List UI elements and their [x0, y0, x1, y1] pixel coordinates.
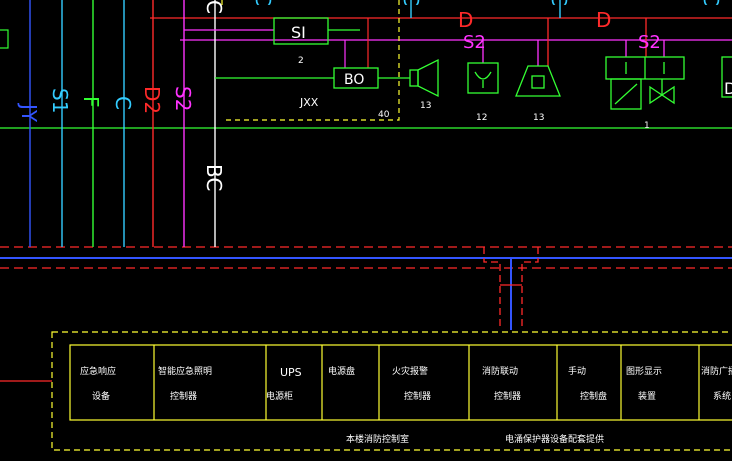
tee-junction	[483, 247, 539, 330]
valve-group	[605, 18, 732, 110]
equipment-dividers	[153, 345, 700, 420]
label-bc: BC	[202, 164, 226, 191]
equipment-label-line1: 图形显示	[626, 365, 662, 377]
riser-labels: JY S1 F C D2 S2 BC	[17, 86, 226, 191]
bo-module: BO	[215, 18, 410, 89]
equipment-label-line2: 控制盘	[580, 390, 607, 402]
equipment-label-line2: 设备	[92, 390, 110, 402]
equipment-label-line1: UPS	[280, 366, 302, 379]
bell-number: 12	[476, 113, 487, 123]
beacon-device	[515, 18, 561, 97]
equipment-label-line1: 应急响应	[80, 365, 116, 377]
top-labels: C C C C C D D	[202, 0, 723, 32]
s2-label-1: S2	[463, 32, 486, 53]
equipment-label-line1: 智能应急照明	[158, 365, 212, 377]
label-f: F	[79, 96, 103, 108]
equipment-label-line2: 装置	[638, 390, 656, 402]
si-number: 2	[298, 56, 304, 66]
control-room-caption: 本楼消防控制室	[346, 433, 409, 445]
label-d2: D2	[140, 86, 164, 114]
equipment-label-line2: 系统	[713, 390, 731, 402]
label-c-top-left-2: C	[251, 0, 275, 6]
equipment-label-line2: 控制器	[404, 390, 431, 402]
equipment-label-line2: 控制器	[494, 390, 521, 402]
equipment-label-line1: 手动	[568, 365, 586, 377]
equipment-label-line2: 电源柜	[266, 390, 293, 402]
si-label: SI	[291, 23, 306, 42]
jxx-label: JXX	[299, 96, 319, 109]
equipment-label-line1: 消防联动	[482, 365, 518, 377]
label-d-top-right: D	[596, 8, 611, 32]
label-c-top-right: C	[399, 0, 423, 6]
equipment-label-line1: 火灾报警	[392, 365, 428, 377]
fire-alarm-schematic: JY S1 F C D2 S2 BC C C C C C D D JXX 40 …	[0, 0, 732, 451]
left-edge-device	[0, 29, 9, 49]
surge-protector-caption: 电涌保护器设备配套提供	[505, 433, 604, 445]
group-number: 1	[644, 121, 650, 131]
equipment-label-line2: 控制器	[170, 390, 197, 402]
label-d-top: D	[458, 8, 473, 32]
label-c: C	[111, 96, 135, 110]
bo-label: BO	[344, 72, 364, 88]
beacon-number: 13	[533, 113, 544, 123]
label-s2: S2	[171, 86, 195, 111]
equipment-panel	[69, 344, 732, 421]
speaker-number: 13	[420, 101, 431, 111]
equipment-label-line1: 电源盘	[328, 365, 355, 377]
si-module: SI 2	[184, 17, 360, 66]
jxx-count: 40	[378, 110, 390, 120]
label-s1: S1	[48, 88, 72, 113]
label-jy: JY	[17, 102, 41, 123]
label-c-top-far: C	[699, 0, 723, 6]
equipment-labels: 应急响应设备智能应急照明控制器UPS电源柜电源盘 火灾报警控制器消防联动控制器手动…	[80, 365, 732, 402]
horizontal-buses	[0, 17, 732, 269]
label-c-top-right-2: C	[547, 0, 571, 6]
equipment-label-line1: 消防广播	[701, 365, 732, 377]
right-device-label: D	[724, 79, 732, 98]
control-room: 应急响应设备智能应急照明控制器UPS电源柜电源盘 火灾报警控制器消防联动控制器手动…	[0, 331, 732, 451]
s2-label-2: S2	[638, 32, 661, 53]
speaker-icon	[409, 58, 439, 98]
